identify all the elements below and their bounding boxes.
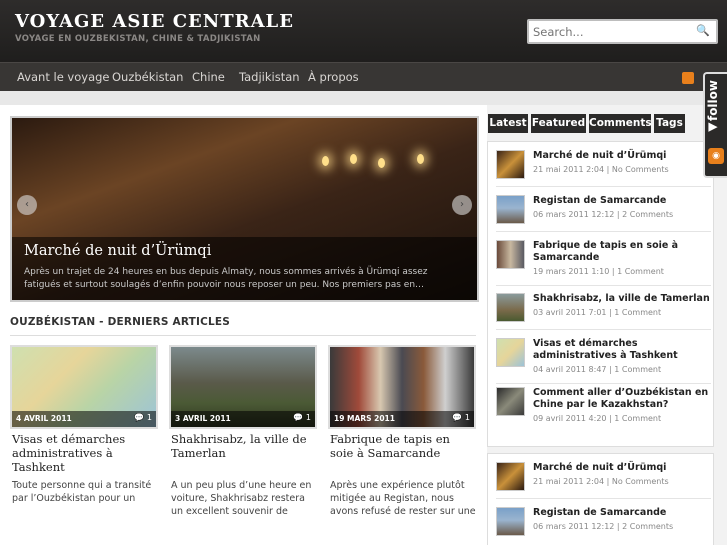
entry-meta: 21 mai 2011 2:04 | No Comments [533,165,669,174]
post-title[interactable]: Shakhrisabz, la ville de Tamerlan [171,432,317,460]
latest-posts-panel: Marché de nuit d’Ürümqi 21 mai 2011 2:04… [487,141,714,447]
post-thumbnail[interactable]: 3 AVRIL 2011 💬 1 [169,345,317,429]
post-meta: 19 MARS 2011 💬 1 [330,411,474,427]
featured-slider[interactable]: ‹ › Marché de nuit d’Ürümqi Après un tra… [10,116,479,302]
entry-thumbnail[interactable] [496,462,525,491]
entry-thumbnail[interactable] [496,387,525,416]
entry-meta: 04 avril 2011 8:47 | 1 Comment [533,365,662,374]
rss-icon[interactable] [682,72,694,84]
site-header: VOYAGE ASIE CENTRALE VOYAGE EN OUZBEKIST… [0,0,727,62]
entry-title[interactable]: Shakhrisabz, la ville de Tamerlan [533,293,711,305]
follow-text: follow [706,80,720,122]
entry-thumbnail[interactable] [496,195,525,224]
section-title: OUZBÉKISTAN - DERNIERS ARTICLES [10,316,231,328]
post-excerpt: Toute personne qui a transité par l’Ouzb… [12,480,152,504]
entry-title[interactable]: Visas et démarches administratives à Tas… [533,338,711,362]
entry-thumbnail[interactable] [496,507,525,536]
nav-item-chine[interactable]: Chine [192,70,225,84]
comment-icon: 💬 [134,413,145,422]
site-title[interactable]: VOYAGE ASIE CENTRALE [15,11,294,32]
entry-thumbnail[interactable] [496,150,525,179]
entry-title[interactable]: Fabrique de tapis en soie à Samarcande [533,240,711,264]
divider [496,329,711,330]
post-date: 4 AVRIL 2011 [16,414,72,423]
section-divider [10,335,476,336]
lamp-decoration [322,156,329,166]
nav-item-tadjikistan[interactable]: Tadjikistan [239,70,300,84]
comment-number: 1 [305,413,311,422]
main-content: ‹ › Marché de nuit d’Ürümqi Après un tra… [0,105,487,545]
entry-title[interactable]: Marché de nuit d’Ürümqi [533,150,711,162]
comment-count: 💬 1 [134,413,152,422]
main-nav: Avant le voyage Ouzbékistan Chine Tadjik… [0,62,727,91]
lamp-decoration [350,154,357,164]
chevron-right-icon[interactable]: › [452,195,472,215]
latest-posts-panel-2: Marché de nuit d’Ürümqi 21 mai 2011 2:04… [487,453,714,545]
search-icon[interactable]: 🔍 [696,24,710,37]
entry-meta: 21 mai 2011 2:04 | No Comments [533,477,669,486]
post-title[interactable]: Visas et démarches administratives à Tas… [12,432,158,474]
tab-comments[interactable]: Comments [589,114,652,133]
tab-latest[interactable]: Latest [488,114,528,133]
entry-title[interactable]: Registan de Samarcande [533,195,711,207]
lamp-decoration [417,154,424,164]
entry-thumbnail[interactable] [496,338,525,367]
slide-title[interactable]: Marché de nuit d’Ürümqi [24,243,211,259]
chevron-left-icon[interactable]: ‹ [17,195,37,215]
post-thumbnail[interactable]: 19 MARS 2011 💬 1 [328,345,476,429]
post-excerpt: A un peu plus d’une heure en voiture, Sh… [171,480,312,517]
rss-icon[interactable]: ◉ [708,148,724,164]
comment-number: 1 [146,413,152,422]
entry-meta: 03 avril 2011 7:01 | 1 Comment [533,308,662,317]
comment-count: 💬 1 [452,413,470,422]
post-meta: 3 AVRIL 2011 💬 1 [171,411,315,427]
entry-meta: 19 mars 2011 1:10 | 1 Comment [533,267,664,276]
entry-thumbnail[interactable] [496,293,525,322]
entry-meta: 06 mars 2011 12:12 | 2 Comments [533,522,674,531]
tab-tags[interactable]: Tags [654,114,685,133]
post-meta: 4 AVRIL 2011 💬 1 [12,411,156,427]
entry-meta: 09 avril 2011 4:20 | 1 Comment [533,414,662,423]
nav-item-ouzbekistan[interactable]: Ouzbékistan [112,70,183,84]
search-box[interactable]: 🔍 [527,19,718,44]
search-input[interactable] [529,21,689,43]
comment-icon: 💬 [293,413,304,422]
post-date: 19 MARS 2011 [334,414,395,423]
entry-title[interactable]: Registan de Samarcande [533,507,711,519]
sidebar: Latest Featured Comments Tags Marché de … [487,105,727,545]
follow-widget[interactable]: ◀follow ◉ [703,72,727,178]
slide-caption: Marché de nuit d’Ürümqi Après un trajet … [12,237,477,300]
nav-item-a-propos[interactable]: À propos [308,70,359,84]
follow-label: ◀follow [706,80,720,136]
post-excerpt: Après une expérience plutôt mitigée au R… [330,480,476,517]
header-spacer [0,91,727,105]
tab-featured[interactable]: Featured [531,114,586,133]
entry-title[interactable]: Marché de nuit d’Ürümqi [533,462,711,474]
comment-count: 💬 1 [293,413,311,422]
entry-meta: 06 mars 2011 12:12 | 2 Comments [533,210,674,219]
post-thumbnail[interactable]: 4 AVRIL 2011 💬 1 [10,345,158,429]
post-title[interactable]: Fabrique de tapis en soie à Samarcande [330,432,476,460]
slide-excerpt: Après un trajet de 24 heures en bus depu… [24,267,428,290]
comment-icon: 💬 [452,413,463,422]
comment-number: 1 [464,413,470,422]
lamp-decoration [378,158,385,168]
divider [496,285,711,286]
divider [496,498,711,499]
entry-thumbnail[interactable] [496,240,525,269]
nav-item-avant-le-voyage[interactable]: Avant le voyage [17,70,110,84]
divider [496,231,711,232]
divider [496,383,711,384]
entry-title[interactable]: Comment aller d’Ouzbékistan en Chine par… [533,387,711,411]
divider [496,186,711,187]
site-description: VOYAGE EN OUZBEKISTAN, CHINE & TADJIKIST… [15,34,261,44]
post-date: 3 AVRIL 2011 [175,414,231,423]
